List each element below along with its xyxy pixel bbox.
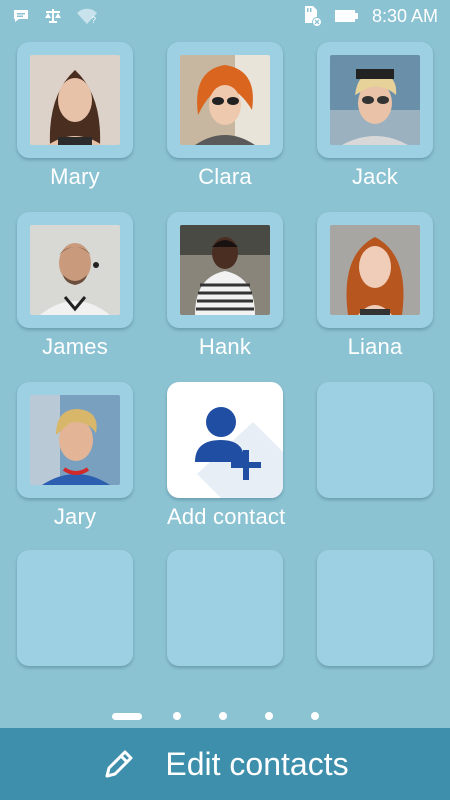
avatar <box>30 225 120 315</box>
page-indicator-dot[interactable] <box>311 712 319 720</box>
page-indicator-dot[interactable] <box>265 712 273 720</box>
sd-card-icon <box>302 5 322 27</box>
page-indicator-current[interactable] <box>112 712 142 720</box>
avatar <box>30 395 120 485</box>
empty-slot[interactable] <box>167 550 283 666</box>
empty-slot[interactable] <box>317 382 433 498</box>
avatar <box>180 55 270 145</box>
contact-tile[interactable] <box>167 42 283 158</box>
contact-mary[interactable]: Mary <box>17 42 133 190</box>
wifi-question-icon: ? <box>76 8 98 24</box>
empty-slot[interactable] <box>317 550 433 666</box>
contact-name: Liana <box>347 334 403 359</box>
battery-icon <box>334 8 360 24</box>
page-indicator-dot[interactable] <box>219 712 227 720</box>
contact-tile[interactable] <box>167 212 283 328</box>
empty-contact-tile[interactable] <box>17 550 133 666</box>
empty-contact-tile[interactable] <box>167 550 283 666</box>
edit-contacts-button[interactable]: Edit contacts <box>0 728 450 800</box>
contact-hank[interactable]: Hank <box>167 212 283 360</box>
empty-contact-tile[interactable] <box>317 382 433 498</box>
empty-contact-tile[interactable] <box>317 550 433 666</box>
svg-text:?: ? <box>91 15 96 24</box>
contact-tile[interactable] <box>17 212 133 328</box>
avatar <box>180 225 270 315</box>
add-contact[interactable]: Add contact <box>167 382 286 530</box>
page-indicator-dot[interactable] <box>173 712 181 720</box>
chat-icon <box>12 8 30 24</box>
contact-james[interactable]: James <box>17 212 133 360</box>
scale-icon <box>44 8 62 24</box>
contact-name: Jack <box>351 164 399 189</box>
contact-name: James <box>42 334 108 359</box>
contact-tile[interactable] <box>317 42 433 158</box>
avatar <box>330 225 420 315</box>
status-bar: ? 8:30 AM <box>0 0 450 32</box>
page-indicator <box>0 708 450 724</box>
contact-jary[interactable]: Jary <box>17 382 133 530</box>
add-contact-label: Add contact <box>167 504 286 529</box>
add-person-icon <box>167 382 283 498</box>
contact-name: Clara <box>198 164 252 189</box>
empty-slot[interactable] <box>17 550 133 666</box>
contact-tile[interactable] <box>17 382 133 498</box>
avatar <box>330 55 420 145</box>
contact-name: Mary <box>50 164 100 189</box>
contact-clara[interactable]: Clara <box>167 42 283 190</box>
contact-name: Hank <box>198 334 252 359</box>
contact-name: Jary <box>53 504 97 529</box>
contact-liana[interactable]: Liana <box>317 212 433 360</box>
pencil-icon <box>101 746 137 782</box>
edit-contacts-label: Edit contacts <box>165 745 349 782</box>
contact-tile[interactable] <box>17 42 133 158</box>
contact-jack[interactable]: Jack <box>317 42 433 190</box>
add-contact-button[interactable] <box>167 382 283 498</box>
avatar <box>30 55 120 145</box>
contact-tile[interactable] <box>317 212 433 328</box>
status-time: 8:30 AM <box>371 5 438 26</box>
